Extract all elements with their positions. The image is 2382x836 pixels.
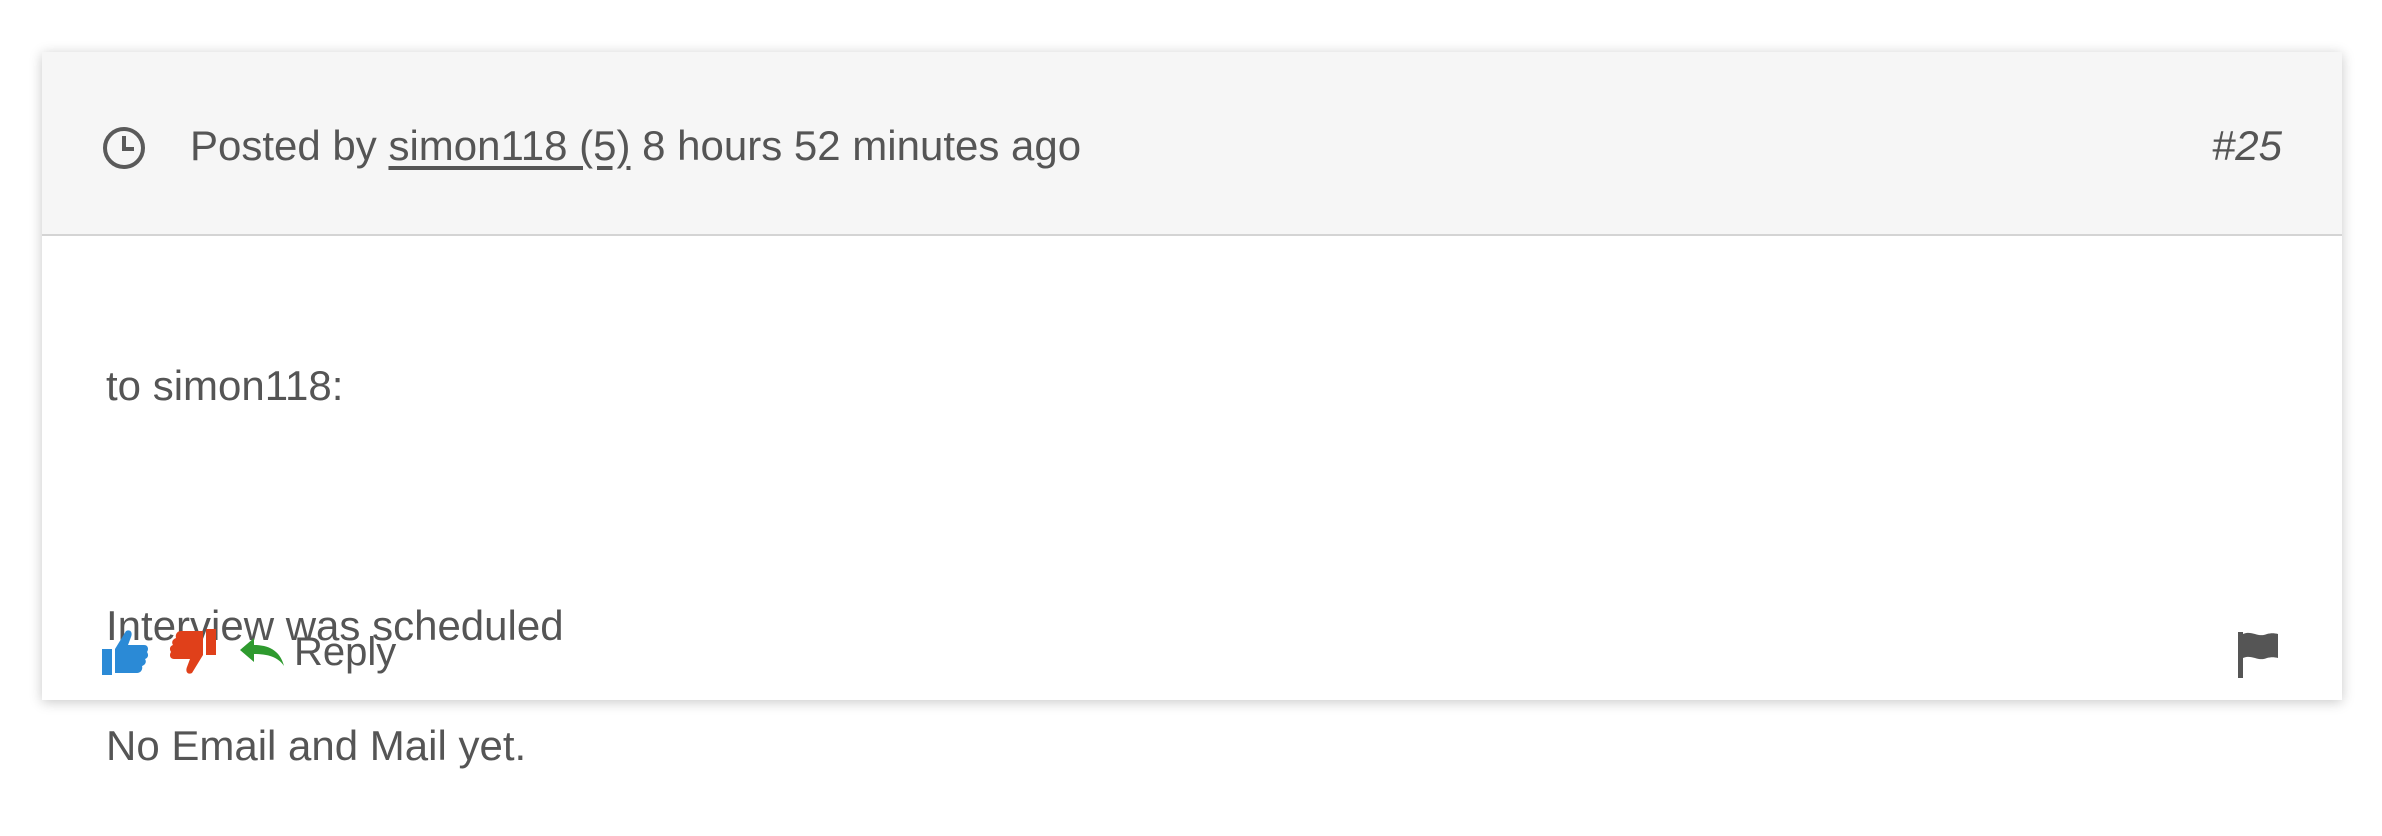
flag-icon[interactable] bbox=[2236, 630, 2280, 680]
reply-arrow-icon[interactable] bbox=[238, 634, 286, 670]
body-blank-line bbox=[106, 476, 564, 536]
post-time: 8 hours 52 minutes ago bbox=[642, 122, 1082, 169]
clock-icon bbox=[103, 127, 145, 169]
thumbs-down-icon[interactable] bbox=[168, 627, 218, 677]
post-body: to simon118: Interview was scheduled No … bbox=[106, 296, 564, 836]
forum-post: Posted by simon118 (5) 8 hours 52 minute… bbox=[42, 52, 2342, 769]
reply-button[interactable]: Reply bbox=[294, 630, 396, 675]
post-actions: Reply bbox=[100, 622, 396, 682]
posted-by-label: Posted by bbox=[190, 122, 377, 169]
body-line: to simon118: bbox=[106, 362, 344, 409]
body-line: No Email and Mail yet. bbox=[106, 722, 527, 769]
post-number[interactable]: #25 bbox=[2212, 118, 2282, 174]
author-link[interactable]: simon118 (5) bbox=[388, 122, 630, 169]
posted-line: Posted by simon118 (5) 8 hours 52 minute… bbox=[190, 118, 1081, 174]
thumbs-up-icon[interactable] bbox=[100, 627, 150, 677]
post-header: Posted by simon118 (5) 8 hours 52 minute… bbox=[42, 52, 2342, 236]
